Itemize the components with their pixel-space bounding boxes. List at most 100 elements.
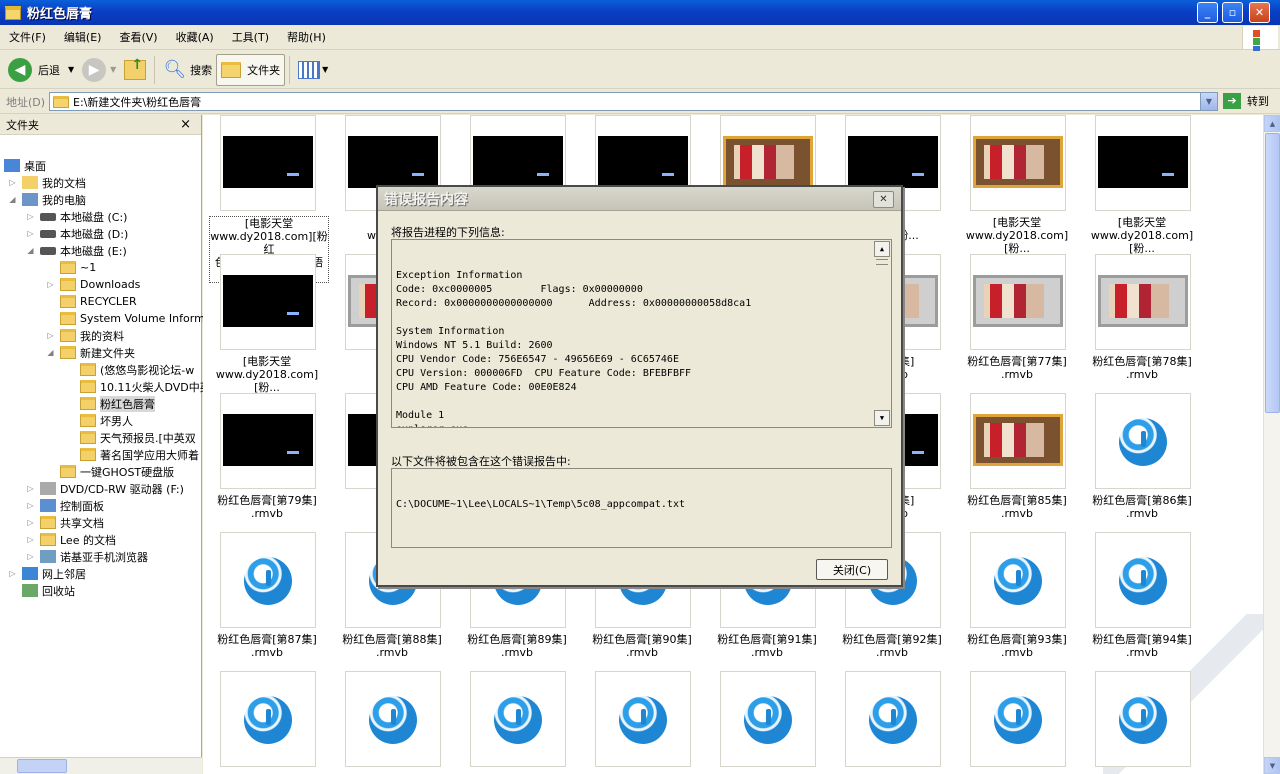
- close-icon[interactable]: ×: [180, 117, 191, 132]
- file-name-line: 粉红色唇膏[第92集]: [842, 633, 942, 646]
- menu-help[interactable]: 帮助(H): [278, 29, 335, 45]
- menu-view[interactable]: 查看(V): [110, 29, 166, 45]
- folders-button[interactable]: 文件夹: [216, 53, 286, 86]
- scrollbar-thumb[interactable]: [17, 759, 67, 773]
- expand-icon[interactable]: ▷: [26, 501, 35, 510]
- tree-item[interactable]: ◢ 我的电脑: [9, 191, 86, 208]
- expand-icon[interactable]: ▷: [26, 552, 35, 561]
- search-button[interactable]: 🔍︎ 搜索: [159, 54, 216, 86]
- tree-item[interactable]: ▷ 共享文档: [27, 514, 104, 531]
- included-files-box[interactable]: C:\DOCUME~1\Lee\LOCALS~1\Temp\5c08_appco…: [391, 468, 892, 548]
- folders-icon: [221, 61, 242, 78]
- tree-item[interactable]: System Volume Informati: [60, 310, 219, 327]
- drive-icon: [40, 229, 56, 238]
- tree-item[interactable]: ◢ 新建文件夹: [47, 344, 135, 361]
- vertical-scrollbar[interactable]: ▲ ▼: [1263, 115, 1280, 774]
- up-folder-button[interactable]: ↑: [120, 54, 150, 86]
- expand-icon[interactable]: ▷: [26, 484, 35, 493]
- minimize-button[interactable]: _: [1197, 2, 1218, 23]
- tree-item-label: 共享文档: [60, 516, 104, 530]
- expand-icon[interactable]: ▷: [8, 569, 17, 578]
- maximize-button[interactable]: ▫: [1222, 2, 1243, 23]
- tree-item[interactable]: 一键GHOST硬盘版: [60, 463, 174, 480]
- folder-icon: [80, 431, 96, 444]
- menu-file[interactable]: 文件(F): [0, 29, 55, 45]
- menu-edit[interactable]: 编辑(E): [55, 29, 111, 45]
- media-player-file-icon: [619, 696, 667, 744]
- error-details-box[interactable]: Exception Information Code: 0xc0000005 Fl…: [391, 239, 892, 428]
- expand-icon[interactable]: ▷: [46, 331, 55, 340]
- error-detail-line: Exception Information: [396, 270, 523, 281]
- tree-item[interactable]: ▷ Lee 的文档: [27, 531, 116, 548]
- tree-item[interactable]: 回收站: [22, 582, 75, 599]
- horizontal-scrollbar[interactable]: [0, 757, 202, 774]
- forward-button[interactable]: ▶ ▼: [78, 54, 120, 86]
- folder-icon: [60, 346, 76, 359]
- scrollbar-thumb[interactable]: [1265, 133, 1280, 413]
- file-name-line: www.dy2018.com][粉红: [210, 230, 328, 256]
- close-button[interactable]: ✕: [1249, 2, 1270, 23]
- go-label: 转到: [1247, 95, 1269, 108]
- folder-icon: [60, 312, 76, 325]
- error-detail-line: CPU Version: 000006FD CPU Feature Code: …: [396, 368, 692, 379]
- tree-item[interactable]: ▷ DVD/CD-RW 驱动器 (F:): [27, 480, 184, 497]
- file-thumbnail: [470, 671, 566, 767]
- expand-icon[interactable]: ▷: [46, 280, 55, 289]
- expand-icon[interactable]: ▷: [26, 535, 35, 544]
- file-thumbnail: [220, 671, 316, 767]
- scroll-up-button[interactable]: ▲: [1264, 115, 1280, 132]
- go-button[interactable]: ➔ 转到: [1223, 93, 1269, 109]
- address-dropdown-button[interactable]: ▼: [1200, 93, 1217, 110]
- folder-icon: [80, 448, 96, 461]
- details-scrollbar[interactable]: ▲ ▼: [874, 241, 890, 426]
- expand-icon[interactable]: ▷: [8, 178, 17, 187]
- expand-icon[interactable]: ▷: [26, 518, 35, 527]
- error-detail-line: CPU Vendor Code: 756E6547 - 49656E69 - 6…: [396, 354, 679, 365]
- scrollbar-thumb[interactable]: [876, 259, 888, 265]
- tree-item[interactable]: ◢ 本地磁盘 (E:): [27, 242, 126, 259]
- tree-item[interactable]: ▷ 本地磁盘 (D:): [27, 225, 129, 242]
- address-input[interactable]: E:\新建文件夹\粉红色唇膏 ▼: [49, 92, 1218, 111]
- file-name-label: 粉红色唇膏[第78集] .rmvb: [1082, 355, 1202, 381]
- tree-item[interactable]: 粉红色唇膏: [80, 395, 155, 412]
- tree-item[interactable]: ▷ 我的资料: [47, 327, 124, 344]
- file-name-label: 粉红色唇膏[第86集] .rmvb: [1082, 494, 1202, 520]
- video-thumbnail-image: [848, 136, 938, 188]
- expand-icon[interactable]: ▷: [26, 212, 35, 221]
- tree-item[interactable]: ▷ 网上邻居: [9, 565, 86, 582]
- tree-item[interactable]: ▷ Downloads: [47, 276, 140, 293]
- tree-item-label: 本地磁盘 (D:): [60, 227, 129, 241]
- toolbar-separator: [154, 55, 156, 84]
- title-bar[interactable]: 粉红色唇膏 _ ▫ ✕: [0, 0, 1280, 25]
- menu-tools[interactable]: 工具(T): [223, 29, 278, 45]
- dialog-close-action-button[interactable]: 关闭(C): [816, 559, 888, 580]
- back-button[interactable]: ◀ 后退 ▼: [4, 54, 78, 86]
- scroll-down-button[interactable]: ▼: [1264, 757, 1280, 774]
- tree-item[interactable]: ~1: [60, 259, 96, 276]
- media-player-file-icon: [494, 696, 542, 744]
- tree-item[interactable]: ▷ 我的文档: [9, 174, 86, 191]
- error-detail-line: Module 1: [396, 410, 445, 421]
- tree-item[interactable]: ▷ 本地磁盘 (C:): [27, 208, 127, 225]
- folder-icon: [40, 533, 56, 546]
- dialog-close-button[interactable]: ✕: [873, 191, 894, 208]
- folder-icon: [80, 363, 96, 376]
- expand-icon[interactable]: ▷: [26, 229, 35, 238]
- tree-item[interactable]: 10.11火柴人DVD中英: [80, 378, 211, 395]
- collapse-icon[interactable]: ◢: [26, 246, 35, 255]
- menu-favorites[interactable]: 收藏(A): [167, 29, 223, 45]
- tree-item[interactable]: ▷ 诺基亚手机浏览器: [27, 548, 148, 565]
- collapse-icon[interactable]: ◢: [46, 348, 55, 357]
- tree-item[interactable]: RECYCLER: [60, 293, 137, 310]
- scroll-down-button[interactable]: ▼: [874, 410, 890, 426]
- views-button[interactable]: ▼: [294, 54, 332, 86]
- tree-item[interactable]: 桌面: [4, 157, 46, 174]
- tree-item[interactable]: 坏男人: [80, 412, 133, 429]
- scroll-up-button[interactable]: ▲: [874, 241, 890, 257]
- tree-item[interactable]: (悠悠鸟影视论坛-w: [80, 361, 194, 378]
- folder-icon: [53, 95, 69, 108]
- tree-item[interactable]: ▷ 控制面板: [27, 497, 104, 514]
- tree-item[interactable]: 天气预报员.[中英双: [80, 429, 196, 446]
- tree-item[interactable]: 著名国学应用大师着: [80, 446, 199, 463]
- collapse-icon[interactable]: ◢: [8, 195, 17, 204]
